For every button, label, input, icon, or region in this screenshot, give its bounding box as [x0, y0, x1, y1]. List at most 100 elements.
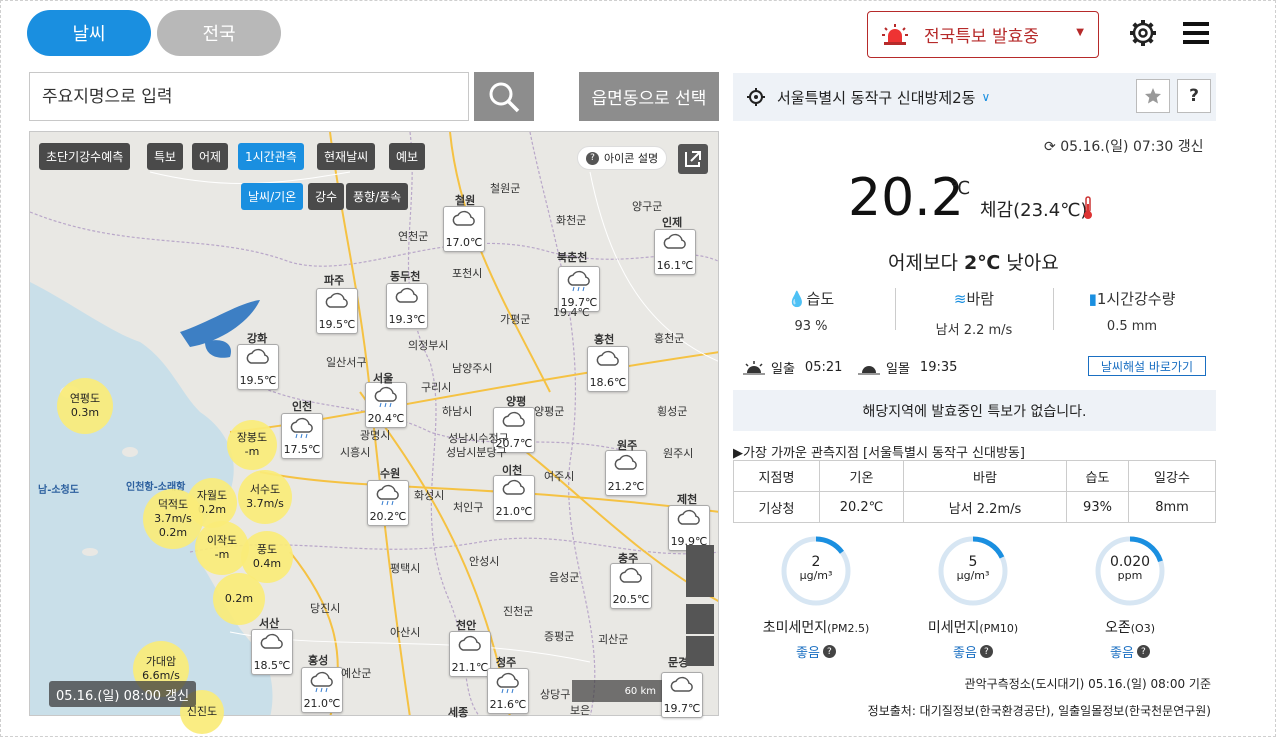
- hamburger-menu-icon[interactable]: [1183, 20, 1209, 46]
- map-place-label: 파주: [324, 274, 345, 287]
- air-grade[interactable]: 좋음?: [796, 642, 836, 661]
- buoy-marker[interactable]: 서수도 3.7m/s: [238, 470, 292, 524]
- sunset-icon: [858, 365, 880, 374]
- buoy-text: 연평도: [69, 392, 101, 406]
- map-subtab-wind[interactable]: 풍향/풍속: [346, 183, 409, 210]
- map-tab-yesterday[interactable]: 어제: [192, 143, 229, 170]
- station-temp: 19.5℃: [239, 374, 277, 387]
- buoy-text: 덕적도: [157, 498, 189, 512]
- map-updated-time: 05.16.(일) 08:00 갱신: [49, 681, 197, 707]
- ruler-tool-button[interactable]: [686, 604, 714, 634]
- map-tab-forecast[interactable]: 예보: [389, 143, 426, 170]
- search-button[interactable]: [474, 72, 534, 121]
- map-place-label: 인천: [292, 400, 313, 413]
- weather-station[interactable]: 17.0℃: [443, 206, 485, 252]
- buoy-text: 장봉도: [236, 431, 268, 445]
- air-value: 0.020 ppm: [1109, 554, 1151, 582]
- map-place-label: 양평: [506, 395, 527, 408]
- buoy-text: -m: [244, 445, 260, 458]
- thermometer-icon: [1084, 196, 1092, 219]
- weather-station[interactable]: 19.7℃: [661, 672, 703, 718]
- weather-station[interactable]: 21.2℃: [605, 450, 647, 496]
- caret-down-icon: ▼: [1076, 27, 1084, 38]
- cloud-icon: [246, 348, 269, 364]
- map-tab-hourly-observation[interactable]: 1시간관측: [238, 143, 304, 170]
- map-place-label: 19.4℃: [553, 306, 590, 319]
- air-value: 5 μg/m³: [956, 554, 990, 582]
- buoy-marker[interactable]: 0.2m: [213, 573, 265, 625]
- buoy-marker[interactable]: 연평도 0.3m: [57, 378, 113, 434]
- rain-cloud-icon: [567, 270, 590, 292]
- select-by-district-button[interactable]: 읍면동으로 선택: [579, 72, 719, 121]
- weather-station[interactable]: 16.1℃: [654, 229, 696, 275]
- rain-cloud-icon: [376, 484, 399, 506]
- map-tab-nowcast[interactable]: 초단기강수예측: [39, 143, 131, 170]
- favorite-star-button[interactable]: [1136, 79, 1170, 113]
- map-place-label: 청주: [496, 656, 517, 669]
- buoy-marker[interactable]: 이작도 -m: [195, 521, 249, 575]
- weather-commentary-link[interactable]: 날씨해설 바로가기: [1088, 356, 1206, 376]
- weather-station[interactable]: 19.3℃: [386, 283, 428, 329]
- tab-nation[interactable]: 전국: [157, 10, 281, 56]
- map-place-label: 포천시: [452, 267, 483, 280]
- weather-station[interactable]: 18.6℃: [587, 346, 629, 392]
- map-subtab-weather-temp[interactable]: 날씨/기온: [241, 183, 304, 210]
- sea-region-label: 남-소청도: [38, 485, 79, 496]
- tab-weather[interactable]: 날씨: [27, 10, 151, 56]
- gear-icon[interactable]: [1128, 18, 1158, 48]
- map-layer-button[interactable]: [686, 636, 714, 666]
- weather-station[interactable]: 19.5℃: [316, 288, 358, 334]
- buoy-marker[interactable]: 장봉도 -m: [227, 420, 277, 470]
- air-grade[interactable]: 좋음?: [1110, 642, 1150, 661]
- station-temp: 19.3℃: [388, 313, 426, 326]
- map-place-label: 양구군: [632, 200, 663, 213]
- help-button[interactable]: ?: [1177, 79, 1211, 113]
- weather-station[interactable]: 20.4℃: [365, 382, 407, 428]
- cloud-icon: [260, 633, 283, 649]
- station-temp: 16.1℃: [656, 259, 694, 272]
- map-place-label: 음성군: [549, 571, 580, 584]
- air-station-note: 관악구측정소(도시대기) 05.16.(일) 08:00 기준: [964, 677, 1211, 691]
- search-input[interactable]: [29, 72, 469, 121]
- weather-station[interactable]: 18.5℃: [251, 629, 293, 675]
- map-subtab-precip[interactable]: 강수: [308, 183, 345, 210]
- map-place-label: 아산시: [390, 626, 421, 639]
- map-place-label: 처인구: [453, 501, 484, 514]
- map-place-label: 수원: [380, 467, 401, 480]
- weather-station[interactable]: 19.5℃: [237, 344, 279, 390]
- station-temp: 20.4℃: [367, 412, 405, 425]
- station-temp: 18.5℃: [253, 659, 291, 672]
- cloud-icon: [596, 350, 619, 366]
- weather-station[interactable]: 21.6℃: [487, 668, 529, 714]
- buoy-marker[interactable]: 덕적도 3.7m/s 0.2m: [143, 489, 203, 549]
- map-place-label: 서산: [259, 617, 280, 630]
- buoy-text: 3.7m/s: [154, 512, 192, 526]
- expand-map-button[interactable]: [678, 144, 708, 174]
- map-place-label: 홍천: [594, 333, 615, 346]
- question-icon: ?: [586, 151, 599, 165]
- map-tab-current-weather[interactable]: 현재날씨: [317, 143, 376, 170]
- zoom-control[interactable]: [686, 545, 714, 597]
- cloud-icon: [619, 567, 642, 583]
- map-place-label: 구리시: [421, 381, 452, 394]
- map-tab-alert[interactable]: 특보: [147, 143, 184, 170]
- weather-station[interactable]: 20.2℃: [367, 480, 409, 526]
- weather-station[interactable]: 21.0℃: [301, 667, 343, 713]
- air-grade[interactable]: 좋음?: [953, 642, 993, 661]
- icon-legend-button[interactable]: ? 아이콘 설명: [577, 146, 668, 170]
- map-place-label: 원주시: [663, 447, 694, 460]
- station-temp: 21.2℃: [607, 480, 645, 493]
- sunrise: 일출 05:21: [743, 358, 842, 377]
- weather-station[interactable]: 20.5℃: [610, 563, 652, 609]
- current-location-icon: [747, 88, 765, 106]
- map-place-label: 당진시: [310, 602, 341, 615]
- map-place-label: 강화: [247, 332, 268, 345]
- cloud-icon: [395, 287, 418, 303]
- weather-station[interactable]: 21.1℃: [449, 631, 491, 677]
- star-icon: [1145, 88, 1161, 104]
- cloud-icon: [663, 233, 686, 249]
- weather-station[interactable]: 21.0℃: [493, 475, 535, 521]
- map-place-label: 하남시: [442, 405, 473, 418]
- weather-station[interactable]: 17.5℃: [281, 413, 323, 459]
- nationwide-alert-button[interactable]: 전국특보 발효중 ▼: [867, 11, 1099, 58]
